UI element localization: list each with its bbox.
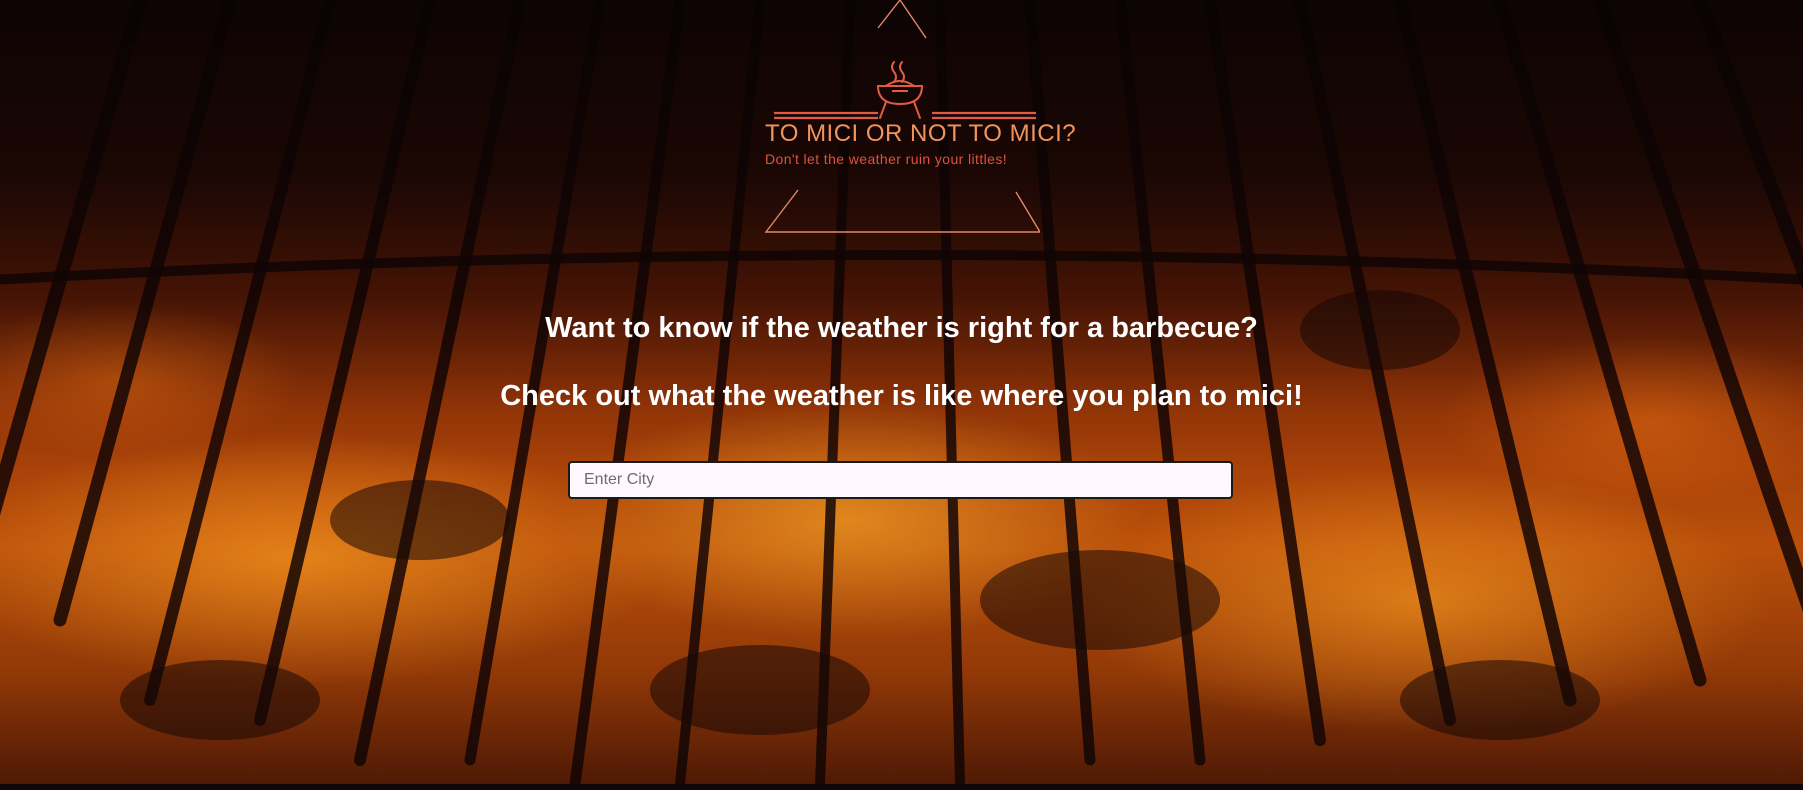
logo-tagline: Don't let the weather ruin your littles!	[765, 151, 1008, 167]
grill-icon	[876, 61, 924, 119]
weather-prompt-heading: Check out what the weather is like where…	[500, 380, 1303, 412]
logo-title: TO MICI OR NOT TO MICI?	[765, 120, 1077, 147]
site-logo: TO MICI OR NOT TO MICI? Don't let the we…	[760, 0, 1076, 236]
weather-question-heading: Want to know if the weather is right for…	[545, 312, 1258, 344]
city-search-input[interactable]	[568, 461, 1233, 499]
page-bottom-edge	[0, 784, 1803, 790]
